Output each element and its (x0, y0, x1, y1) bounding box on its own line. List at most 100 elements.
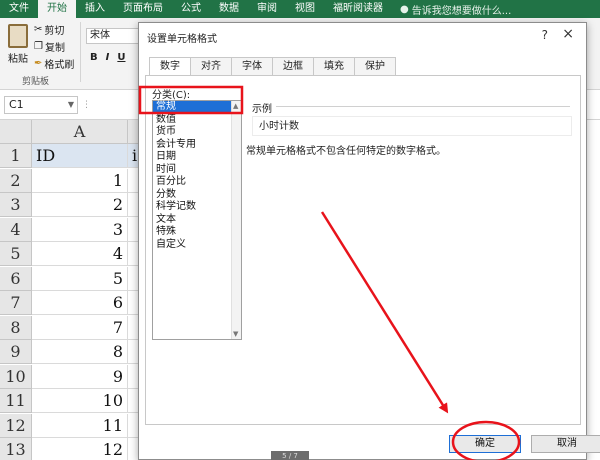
row-header[interactable]: 13 (0, 438, 32, 460)
chevron-down-icon[interactable]: ▼ (68, 97, 74, 113)
menu-formulas[interactable]: 公式 (172, 0, 210, 18)
row-header[interactable]: 1 (0, 144, 32, 168)
category-special[interactable]: 特殊 (153, 226, 241, 239)
cell-a[interactable]: 8 (32, 340, 128, 364)
cell-a[interactable]: 4 (32, 242, 128, 266)
cut-label: 剪切 (44, 26, 65, 37)
sample-value: 小时计数 (252, 116, 572, 136)
category-text[interactable]: 文本 (153, 214, 241, 227)
menu-file[interactable]: 文件 (0, 0, 38, 18)
page-indicator: 5 / 7 (271, 451, 309, 460)
tab-number[interactable]: 数字 (149, 57, 191, 76)
format-painter-label: 格式刷 (44, 60, 75, 71)
cell-a[interactable]: 5 (32, 266, 128, 291)
row-header[interactable]: 12 (0, 413, 32, 438)
tab-fill[interactable]: 填充 (313, 57, 355, 75)
menu-review[interactable]: 审阅 (248, 0, 286, 18)
cell-a[interactable]: 11 (32, 413, 128, 438)
cell-a[interactable]: 9 (32, 364, 128, 389)
name-box-value: C1 (9, 98, 24, 111)
dialog-title: 设置单元格格式 (147, 34, 217, 45)
tab-font[interactable]: 字体 (231, 57, 273, 75)
category-scientific[interactable]: 科学记数 (153, 201, 241, 214)
menu-page-layout[interactable]: 页面布局 (114, 0, 172, 18)
font-name-box[interactable]: 宋体 (86, 28, 141, 44)
tab-alignment[interactable]: 对齐 (190, 57, 232, 75)
ok-button[interactable]: 确定 (449, 435, 521, 453)
cell-a[interactable]: 1 (32, 168, 128, 193)
format-painter-button[interactable]: ✒ 格式刷 (34, 56, 74, 71)
brush-icon: ✒ (34, 58, 43, 69)
sample-divider (276, 106, 570, 107)
formula-bar-grip-icon: ⋮ (82, 100, 91, 110)
category-currency[interactable]: 货币 (153, 126, 241, 139)
menu-data[interactable]: 数据 (210, 0, 248, 18)
cell-a[interactable]: 6 (32, 291, 128, 315)
paste-label: 粘贴 (8, 54, 28, 65)
category-description: 常规单元格格式不包含任何特定的数字格式。 (246, 146, 446, 157)
menu-view[interactable]: 视图 (286, 0, 324, 18)
cut-button[interactable]: ✂ 剪切 (34, 22, 64, 37)
category-scrollbar[interactable]: ▲ ▼ (231, 101, 241, 339)
font-style-buttons: B I U (90, 52, 125, 63)
row-header[interactable]: 10 (0, 364, 32, 389)
help-button[interactable]: ? (542, 28, 548, 42)
column-header-a[interactable]: A (32, 120, 128, 144)
tab-border[interactable]: 边框 (272, 57, 314, 75)
lightbulb-icon: ● (400, 3, 409, 15)
tell-me-search[interactable]: ● 告诉我您想要做什么... (400, 2, 511, 17)
chevron-up-icon[interactable]: ▲ (233, 102, 238, 110)
bold-button[interactable]: B (90, 52, 98, 63)
menu-foxit-reader[interactable]: 福昕阅读器 (324, 0, 392, 18)
dialog-tabs: 数字 对齐 字体 边框 填充 保护 (149, 57, 396, 76)
category-custom[interactable]: 自定义 (153, 239, 241, 252)
category-fraction[interactable]: 分数 (153, 189, 241, 202)
row-header[interactable]: 3 (0, 193, 32, 217)
italic-button[interactable]: I (106, 52, 110, 63)
cancel-button[interactable]: 取消 (531, 435, 600, 453)
menu-bar: 文件 开始 插入 页面布局 公式 数据 审阅 视图 福昕阅读器 ● 告诉我您想要… (0, 0, 600, 18)
row-header[interactable]: 5 (0, 242, 32, 266)
name-box[interactable]: C1 ▼ (4, 96, 78, 114)
cell-a[interactable]: 10 (32, 389, 128, 413)
copy-button[interactable]: ❐ 复制 (34, 39, 65, 54)
category-date[interactable]: 日期 (153, 151, 241, 164)
menu-insert[interactable]: 插入 (76, 0, 114, 18)
tab-protection[interactable]: 保护 (354, 57, 396, 75)
sample-label: 示例 (252, 104, 272, 115)
cell-a[interactable]: 12 (32, 438, 128, 460)
ribbon-separator (80, 22, 81, 82)
scissors-icon: ✂ (34, 24, 43, 35)
menu-home[interactable]: 开始 (38, 0, 76, 18)
row-header[interactable]: 2 (0, 168, 32, 193)
underline-button[interactable]: U (117, 52, 125, 63)
category-label: 分类(C): (152, 90, 191, 101)
category-general[interactable]: 常规 (153, 101, 231, 114)
chevron-down-icon[interactable]: ▼ (233, 330, 238, 338)
category-number[interactable]: 数值 (153, 114, 241, 127)
cell-a[interactable]: 7 (32, 315, 128, 340)
row-header[interactable]: 9 (0, 340, 32, 364)
clipboard-icon (8, 24, 28, 48)
paste-button[interactable]: 粘贴 (4, 22, 32, 68)
copy-label: 复制 (44, 43, 65, 54)
select-all-corner[interactable] (0, 120, 32, 144)
row-header[interactable]: 7 (0, 291, 32, 315)
row-header[interactable]: 8 (0, 315, 32, 340)
tell-me-placeholder: 告诉我您想要做什么... (411, 5, 512, 17)
category-accounting[interactable]: 会计专用 (153, 139, 241, 152)
copy-icon: ❐ (34, 41, 43, 52)
cell-a[interactable]: 2 (32, 193, 128, 217)
format-cells-dialog: 设置单元格格式 ? × 数字 对齐 字体 边框 填充 保护 分类(C): 常规 … (138, 22, 600, 460)
row-header[interactable]: 11 (0, 389, 32, 413)
category-time[interactable]: 时间 (153, 164, 241, 177)
spreadsheet-grid: A 1 ID i 2 1 3 2 4 3 5 4 6 5 7 6 8 7 9 8 10 9 11 10 12 11 13 12 (0, 120, 150, 460)
row-header[interactable]: 6 (0, 266, 32, 291)
clipboard-group-label: 剪贴板 (22, 77, 50, 87)
category-percentage[interactable]: 百分比 (153, 176, 241, 189)
cell-a[interactable]: 3 (32, 217, 128, 242)
row-header[interactable]: 4 (0, 217, 32, 242)
close-button[interactable]: × (562, 26, 574, 42)
category-list[interactable]: 常规 数值 货币 会计专用 日期 时间 百分比 分数 科学记数 文本 特殊 自定… (152, 100, 242, 340)
cell-a[interactable]: ID (32, 144, 128, 168)
